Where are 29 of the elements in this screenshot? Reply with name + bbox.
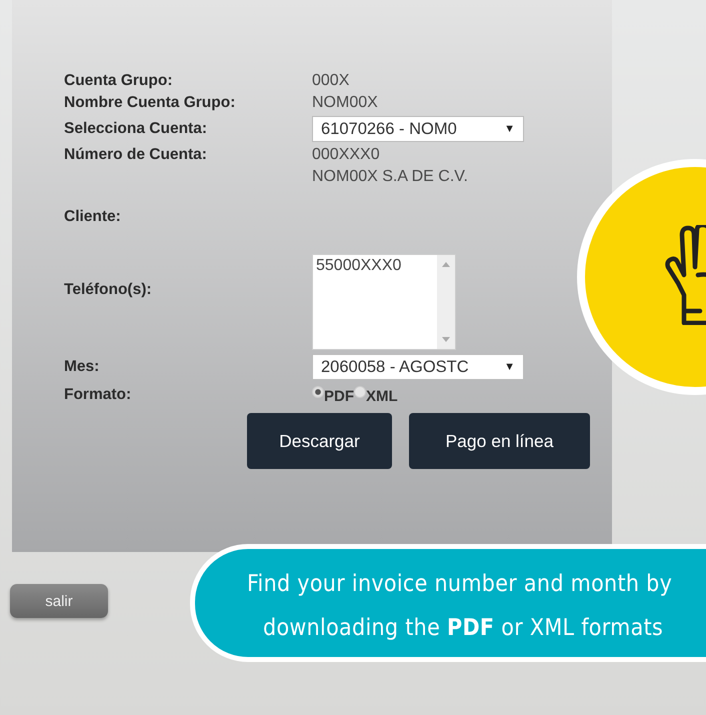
dropdown[interactable]: 61070266 - NOM0 ▼ [312, 116, 524, 142]
scroll-up-icon[interactable] [442, 261, 450, 267]
action-button[interactable]: Descargar [247, 413, 392, 469]
exit-button[interactable]: salir [10, 584, 108, 618]
dropdown[interactable]: 2060058 - AGOSTC ▼ [312, 354, 524, 380]
field-label: Teléfono(s): [63, 281, 153, 299]
radio-button[interactable] [354, 386, 366, 398]
phone-listbox[interactable]: 55000XXX0 [312, 254, 456, 350]
field-value: 000XXX0 [312, 146, 380, 164]
caret-icon: ▼ [504, 361, 515, 373]
radio-button[interactable] [312, 386, 324, 398]
field-value: NOM00X S.A DE C.V. [312, 168, 468, 186]
callout-text: downloading the PDF or XML formats [263, 614, 664, 643]
field-label: Cliente: [63, 208, 122, 226]
field-label: Mes: [63, 358, 100, 376]
caret-icon: ▼ [504, 123, 515, 135]
scrollbar[interactable] [437, 255, 455, 349]
field-value: 000X [312, 72, 350, 90]
field-label: Nombre Cuenta Grupo: [63, 94, 236, 112]
radio-label[interactable]: XML [366, 388, 398, 405]
field-label: Selecciona Cuenta: [63, 120, 208, 138]
field-label: Formato: [63, 386, 132, 404]
callout-text: Find your invoice number and month by [247, 570, 672, 599]
field-label: Cuenta Grupo: [63, 72, 174, 90]
radio-label[interactable]: PDF [324, 388, 354, 405]
field-value: NOM00X [312, 94, 378, 112]
action-button[interactable]: Pago en línea [409, 413, 590, 469]
scroll-down-icon[interactable] [442, 337, 450, 343]
field-label: Número de Cuenta: [63, 146, 208, 164]
